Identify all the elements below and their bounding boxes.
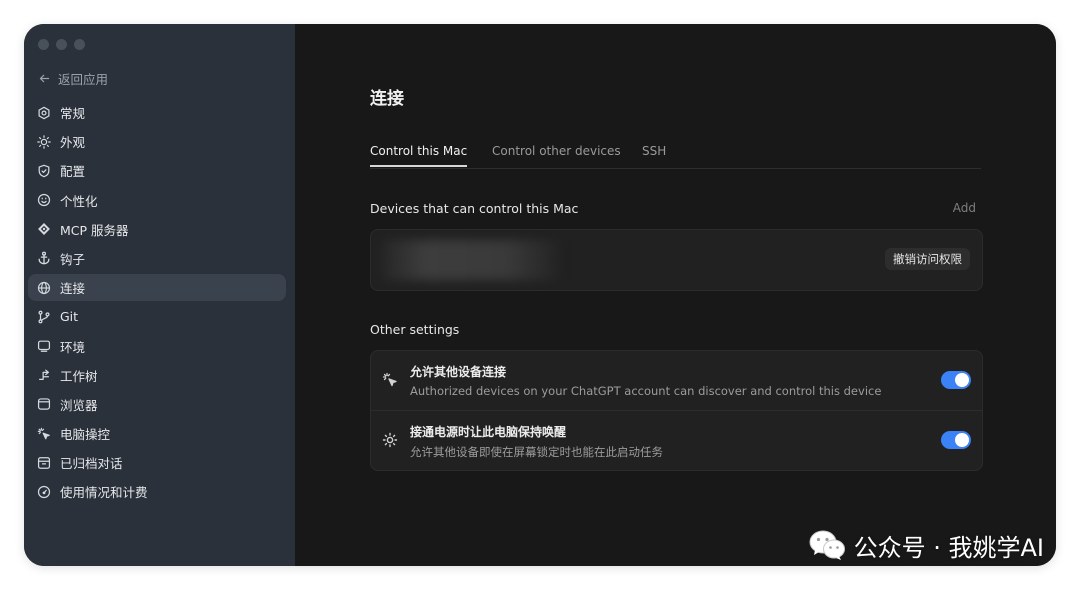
setting-title: 允许其他设备连接 bbox=[410, 365, 507, 379]
settings-window: 返回应用 常规 外观 配置 个性化 MCP 服务器 钩子 连接 Git 环境 工… bbox=[24, 24, 1056, 566]
watermark-text: 公众号 · 我姚学AI bbox=[853, 534, 1044, 562]
gear-icon bbox=[37, 106, 51, 120]
sidebar-item-label: 外观 bbox=[60, 135, 86, 151]
sidebar-item-connections[interactable]: 连接 bbox=[28, 274, 286, 302]
device-name-blurred: ▏ bbox=[381, 240, 559, 280]
tab-ssh[interactable]: SSH bbox=[642, 144, 666, 158]
allow-connections-toggle[interactable] bbox=[941, 371, 971, 389]
monitor-icon bbox=[37, 339, 51, 353]
sidebar-item-label: Git bbox=[60, 309, 79, 325]
page-title: 连接 bbox=[370, 89, 404, 109]
sidebar-item-computer-control[interactable]: 电脑操控 bbox=[28, 420, 286, 447]
sun-icon bbox=[37, 134, 51, 149]
close-window-button[interactable] bbox=[38, 39, 49, 50]
sidebar-item-personalization[interactable]: 个性化 bbox=[28, 187, 286, 214]
sidebar-item-config[interactable]: 配置 bbox=[28, 157, 286, 184]
cursor-sparkle-icon bbox=[382, 372, 398, 388]
minimize-window-button[interactable] bbox=[56, 39, 67, 50]
sidebar-item-label: 已归档对话 bbox=[60, 456, 123, 472]
toggle-knob bbox=[955, 433, 969, 447]
sidebar-item-hooks[interactable]: 钩子 bbox=[28, 245, 286, 272]
tab-control-other-devices[interactable]: Control other devices bbox=[492, 144, 621, 158]
toggle-knob bbox=[955, 373, 969, 387]
zoom-window-button[interactable] bbox=[74, 39, 85, 50]
sidebar-item-label: MCP 服务器 bbox=[60, 222, 129, 238]
sidebar-item-usage-billing[interactable]: 使用情况和计费 bbox=[28, 478, 286, 505]
add-device-button[interactable]: Add bbox=[953, 201, 976, 215]
sidebar-item-worktree[interactable]: 工作树 bbox=[28, 362, 286, 389]
main-panel: 连接 Control this Mac Control other device… bbox=[295, 24, 1056, 566]
sidebar-item-label: 使用情况和计费 bbox=[60, 485, 148, 501]
sidebar-item-label: 连接 bbox=[60, 281, 86, 297]
keep-awake-toggle[interactable] bbox=[941, 431, 971, 449]
face-icon bbox=[37, 193, 51, 207]
shield-icon bbox=[37, 164, 51, 178]
setting-title: 接通电源时让此电脑保持唤醒 bbox=[410, 425, 567, 439]
sidebar-item-mcp-servers[interactable]: MCP 服务器 bbox=[28, 216, 286, 243]
other-settings-label: Other settings bbox=[370, 322, 460, 337]
cursor-sparkle-icon bbox=[37, 427, 51, 441]
browser-icon bbox=[37, 397, 51, 411]
worktree-icon bbox=[37, 368, 51, 382]
setting-allow-connections: 允许其他设备连接 Authorized devices on your Chat… bbox=[371, 351, 982, 411]
window-controls bbox=[38, 39, 85, 50]
plug-icon bbox=[37, 222, 51, 236]
setting-description: 允许其他设备即使在屏幕锁定时也能在此启动任务 bbox=[410, 445, 663, 459]
sidebar-nav: 常规 外观 配置 个性化 MCP 服务器 钩子 连接 Git 环境 工作树 浏览… bbox=[28, 99, 286, 508]
archive-icon bbox=[37, 456, 51, 470]
sidebar-item-environment[interactable]: 环境 bbox=[28, 333, 286, 360]
sidebar-item-label: 环境 bbox=[60, 339, 86, 355]
gauge-icon bbox=[37, 485, 51, 499]
sidebar-item-browser[interactable]: 浏览器 bbox=[28, 391, 286, 418]
watermark: 公众号 · 我姚学AI bbox=[808, 528, 1044, 563]
sidebar-item-label: 配置 bbox=[60, 164, 86, 180]
back-label: 返回应用 bbox=[58, 71, 109, 87]
tab-control-this-mac[interactable]: Control this Mac bbox=[370, 144, 468, 167]
revoke-access-button[interactable]: 撤销访问权限 bbox=[885, 248, 970, 270]
tab-bar: Control this Mac Control other devices S… bbox=[370, 142, 981, 169]
sidebar-item-label: 电脑操控 bbox=[60, 427, 111, 443]
sidebar-item-appearance[interactable]: 外观 bbox=[28, 128, 286, 155]
other-settings-card: 允许其他设备连接 Authorized devices on your Chat… bbox=[370, 350, 983, 471]
sidebar-item-label: 个性化 bbox=[60, 193, 98, 209]
back-to-app-link[interactable]: 返回应用 bbox=[36, 68, 108, 88]
globe-icon bbox=[37, 281, 51, 295]
anchor-icon bbox=[37, 251, 51, 265]
git-branch-icon bbox=[37, 310, 51, 324]
wechat-icon bbox=[809, 530, 845, 560]
sidebar-item-label: 常规 bbox=[60, 106, 86, 121]
sidebar-item-label: 工作树 bbox=[60, 368, 98, 384]
sidebar-item-label: 钩子 bbox=[60, 251, 86, 267]
sidebar-item-label: 浏览器 bbox=[60, 397, 98, 413]
sidebar-item-git[interactable]: Git bbox=[28, 303, 286, 330]
sidebar-item-archived-chats[interactable]: 已归档对话 bbox=[28, 449, 286, 476]
setting-keep-awake: 接通电源时让此电脑保持唤醒 允许其他设备即使在屏幕锁定时也能在此启动任务 bbox=[371, 411, 982, 470]
sidebar: 返回应用 常规 外观 配置 个性化 MCP 服务器 钩子 连接 Git 环境 工… bbox=[24, 24, 295, 566]
arrow-left-icon bbox=[36, 70, 52, 86]
sun-icon bbox=[382, 432, 398, 448]
devices-section-label: Devices that can control this Mac bbox=[370, 201, 579, 216]
setting-description: Authorized devices on your ChatGPT accou… bbox=[410, 384, 882, 398]
sidebar-item-general[interactable]: 常规 bbox=[28, 99, 286, 126]
device-card: ▏ 撤销访问权限 bbox=[370, 229, 983, 291]
